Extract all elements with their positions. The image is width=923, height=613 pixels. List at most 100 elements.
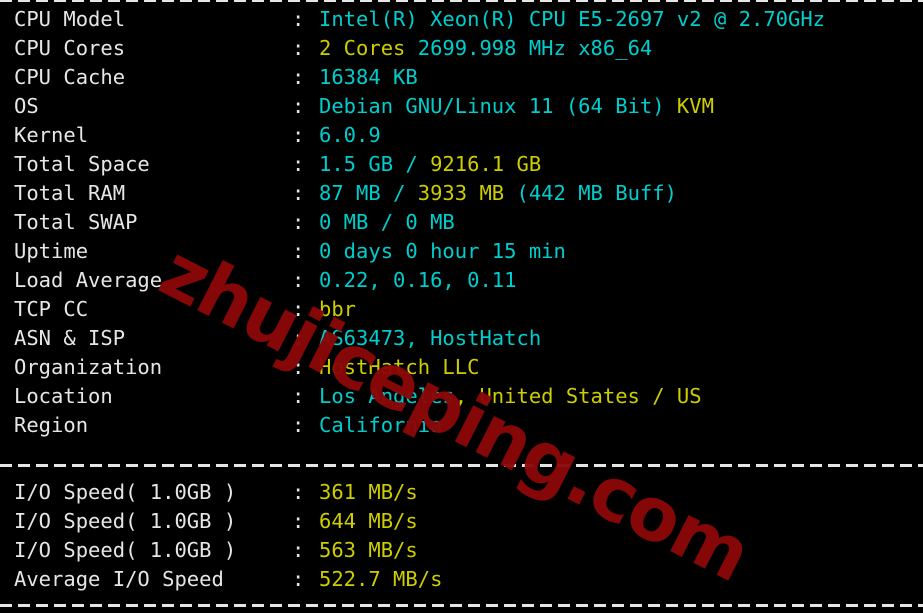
system-info-value: AS63473, HostHatch bbox=[319, 326, 541, 350]
colon-separator: : bbox=[292, 567, 305, 591]
value-segment: 361 MB/s bbox=[319, 480, 418, 504]
io-speed-value: 522.7 MB/s bbox=[319, 567, 442, 591]
colon-separator: : bbox=[292, 210, 305, 234]
value-segment: HostHatch LLC bbox=[319, 355, 480, 379]
value-segment: California bbox=[319, 413, 443, 437]
io-speed-value: 563 MB/s bbox=[319, 538, 418, 562]
value-segment: Debian GNU/Linux 11 (64 Bit) bbox=[319, 94, 677, 118]
system-info-row: CPU Cores:2 Cores 2699.998 MHz x86_64 bbox=[14, 34, 652, 63]
system-info-label: Total RAM bbox=[14, 181, 126, 205]
colon-separator: : bbox=[292, 123, 305, 147]
system-info-value: 2 Cores 2699.998 MHz x86_64 bbox=[319, 36, 652, 60]
system-info-value: Los Angeles, United States / US bbox=[319, 384, 702, 408]
system-info-label: CPU Cores bbox=[14, 36, 126, 60]
value-segment: AS63473, HostHatch bbox=[319, 326, 542, 350]
value-segment: 2 Cores bbox=[319, 36, 418, 60]
value-segment: 0 MB / 0 MB bbox=[319, 210, 455, 234]
value-segment: KVM bbox=[676, 94, 714, 118]
io-speed-row: Average I/O Speed:522.7 MB/s bbox=[14, 565, 442, 594]
system-info-row: Region: California bbox=[14, 411, 442, 440]
colon-separator: : bbox=[292, 297, 305, 321]
colon-separator: : bbox=[292, 384, 305, 408]
value-segment: / bbox=[405, 152, 431, 176]
io-speed-row: I/O Speed( 1.0GB ):644 MB/s bbox=[14, 507, 418, 536]
system-info-row: CPU Model: Intel(R) Xeon(R) CPU E5-2697 v… bbox=[14, 5, 825, 34]
value-segment: 522.7 MB/s bbox=[319, 567, 443, 591]
system-info-label: CPU Model bbox=[14, 7, 126, 31]
io-speed-row: I/O Speed( 1.0GB ):563 MB/s bbox=[14, 536, 418, 565]
io-speed-row: I/O Speed( 1.0GB ):361 MB/s bbox=[14, 478, 418, 507]
system-info-value: HostHatch LLC bbox=[319, 355, 479, 379]
value-segment: 644 MB/s bbox=[319, 509, 418, 533]
value-segment: 9216.1 GB bbox=[430, 152, 542, 176]
io-speed-value: 361 MB/s bbox=[319, 480, 418, 504]
value-segment: / bbox=[393, 181, 418, 205]
value-segment: , United States / US bbox=[454, 384, 702, 408]
io-speed-label: I/O Speed( 1.0GB ) bbox=[14, 538, 237, 562]
system-info-label: Kernel bbox=[14, 123, 89, 147]
io-speed-value: 644 MB/s bbox=[319, 509, 418, 533]
colon-separator: : bbox=[292, 326, 305, 350]
system-info-value: California bbox=[319, 413, 442, 437]
colon-separator: : bbox=[292, 239, 305, 263]
system-info-label: Region bbox=[14, 413, 89, 437]
colon-separator: : bbox=[292, 355, 305, 379]
value-segment: bbr bbox=[319, 297, 357, 321]
system-info-value: 0.22, 0.16, 0.11 bbox=[319, 268, 516, 292]
system-info-label: Total SWAP bbox=[14, 210, 138, 234]
value-segment: Los Angeles bbox=[319, 384, 455, 408]
system-info-value: Debian GNU/Linux 11 (64 Bit) KVM bbox=[319, 94, 714, 118]
system-info-value: 87 MB / 3933 MB (442 MB Buff) bbox=[319, 181, 677, 205]
system-info-row: OS: Debian GNU/Linux 11 (64 Bit) KVM bbox=[14, 92, 714, 121]
system-info-label: Total Space bbox=[14, 152, 150, 176]
colon-separator: : bbox=[292, 65, 305, 89]
separator-line-middle bbox=[0, 464, 923, 467]
colon-separator: : bbox=[292, 181, 305, 205]
colon-separator: : bbox=[292, 538, 305, 562]
system-info-label: CPU Cache bbox=[14, 65, 126, 89]
system-info-row: Total RAM:87 MB / 3933 MB (442 MB Buff) bbox=[14, 179, 677, 208]
colon-separator: : bbox=[292, 36, 305, 60]
system-info-row: Kernel:6.0.9 bbox=[14, 121, 381, 150]
value-segment: 16384 KB bbox=[319, 65, 418, 89]
value-segment: 3933 MB bbox=[417, 181, 517, 205]
system-info-row: TCP CC: bbr bbox=[14, 295, 356, 324]
system-info-value: Intel(R) Xeon(R) CPU E5-2697 v2 @ 2.70GH… bbox=[319, 7, 825, 31]
io-speed-label: I/O Speed( 1.0GB ) bbox=[14, 509, 237, 533]
system-info-row: CPU Cache:16384 KB bbox=[14, 63, 418, 92]
system-info-value: 6.0.9 bbox=[319, 123, 381, 147]
io-speed-label: I/O Speed( 1.0GB ) bbox=[14, 480, 237, 504]
system-info-label: Uptime bbox=[14, 239, 89, 263]
system-info-row: Load Average:0.22, 0.16, 0.11 bbox=[14, 266, 516, 295]
system-info-label: OS bbox=[14, 94, 39, 118]
system-info-row: Total Space:1.5 GB / 9216.1 GB bbox=[14, 150, 541, 179]
value-segment: 1.5 GB bbox=[319, 152, 406, 176]
separator-dashes bbox=[0, 0, 923, 2]
system-info-label: Location bbox=[14, 384, 113, 408]
value-segment: 0 days 0 hour 15 min bbox=[319, 239, 566, 263]
colon-separator: : bbox=[292, 509, 305, 533]
value-segment: 2699.998 MHz x86_64 bbox=[417, 36, 653, 60]
colon-separator: : bbox=[292, 94, 305, 118]
separator-dashes bbox=[0, 464, 923, 467]
separator-line-bottom bbox=[0, 604, 923, 607]
system-info-row: Total SWAP:0 MB / 0 MB bbox=[14, 208, 455, 237]
colon-separator: : bbox=[292, 480, 305, 504]
value-segment: 563 MB/s bbox=[319, 538, 418, 562]
system-info-value: 0 MB / 0 MB bbox=[319, 210, 455, 234]
value-segment: (442 MB Buff) bbox=[516, 181, 677, 205]
system-info-row: ASN & ISP: AS63473, HostHatch bbox=[14, 324, 541, 353]
system-info-row: Location: Los Angeles, United States / US bbox=[14, 382, 702, 411]
terminal-window: CPU Model: Intel(R) Xeon(R) CPU E5-2697 v… bbox=[0, 0, 923, 613]
value-segment: Intel(R) Xeon(R) CPU E5-2697 v2 @ 2.70GH… bbox=[319, 7, 826, 31]
system-info-row: Uptime:0 days 0 hour 15 min bbox=[14, 237, 566, 266]
colon-separator: : bbox=[292, 268, 305, 292]
separator-dashes bbox=[0, 604, 923, 607]
system-info-label: ASN & ISP bbox=[14, 326, 126, 350]
system-info-label: Organization bbox=[14, 355, 163, 379]
io-speed-label: Average I/O Speed bbox=[14, 567, 224, 591]
system-info-value: bbr bbox=[319, 297, 356, 321]
system-info-row: Organization: HostHatch LLC bbox=[14, 353, 479, 382]
system-info-label: Load Average bbox=[14, 268, 163, 292]
colon-separator: : bbox=[292, 413, 305, 437]
